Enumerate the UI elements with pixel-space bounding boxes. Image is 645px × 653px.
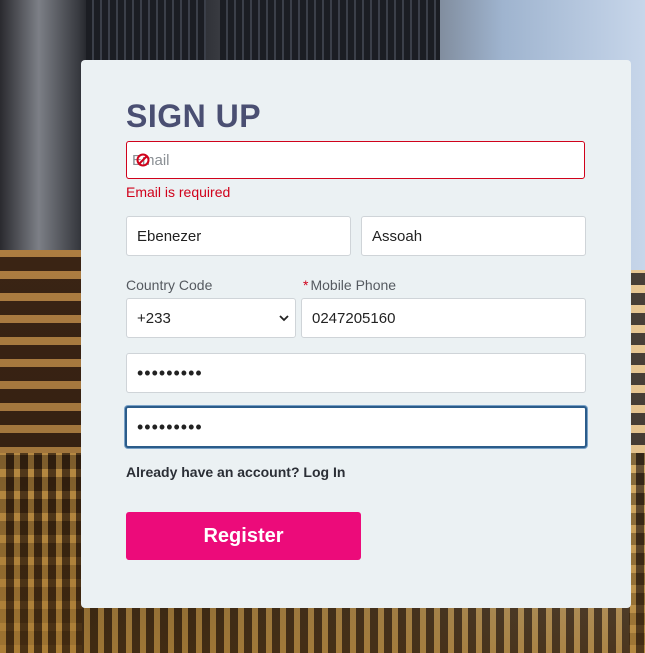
password-value: ••••••••• <box>137 363 203 383</box>
confirm-password-field[interactable]: ••••••••• <box>125 406 587 448</box>
last-name-field[interactable]: Assoah <box>361 216 586 256</box>
country-code-select[interactable]: +233 <box>126 298 296 338</box>
email-error-message: Email is required <box>126 184 231 200</box>
mobile-phone-label-text: Mobile Phone <box>310 277 397 293</box>
mobile-phone-value: 0247205160 <box>312 309 396 327</box>
signup-card: SIGN UP Email Email is required Ebenezer… <box>81 60 631 608</box>
confirm-password-value: ••••••••• <box>137 417 203 437</box>
first-name-value: Ebenezer <box>137 227 202 245</box>
password-field[interactable]: ••••••••• <box>126 353 586 393</box>
register-button[interactable]: Register <box>126 512 361 560</box>
first-name-field[interactable]: Ebenezer <box>126 216 351 256</box>
country-code-label: Country Code <box>126 277 213 293</box>
required-asterisk: * <box>303 277 309 293</box>
chevron-down-icon <box>279 315 289 322</box>
mobile-phone-label: * Mobile Phone <box>303 277 396 293</box>
page-title: SIGN UP <box>126 98 262 134</box>
country-code-value: +233 <box>137 309 171 327</box>
error-icon <box>136 153 150 167</box>
login-link[interactable]: Already have an account? Log In <box>126 464 345 480</box>
mobile-phone-field[interactable]: 0247205160 <box>301 298 586 338</box>
email-field[interactable]: Email <box>126 141 585 179</box>
last-name-value: Assoah <box>372 227 423 245</box>
